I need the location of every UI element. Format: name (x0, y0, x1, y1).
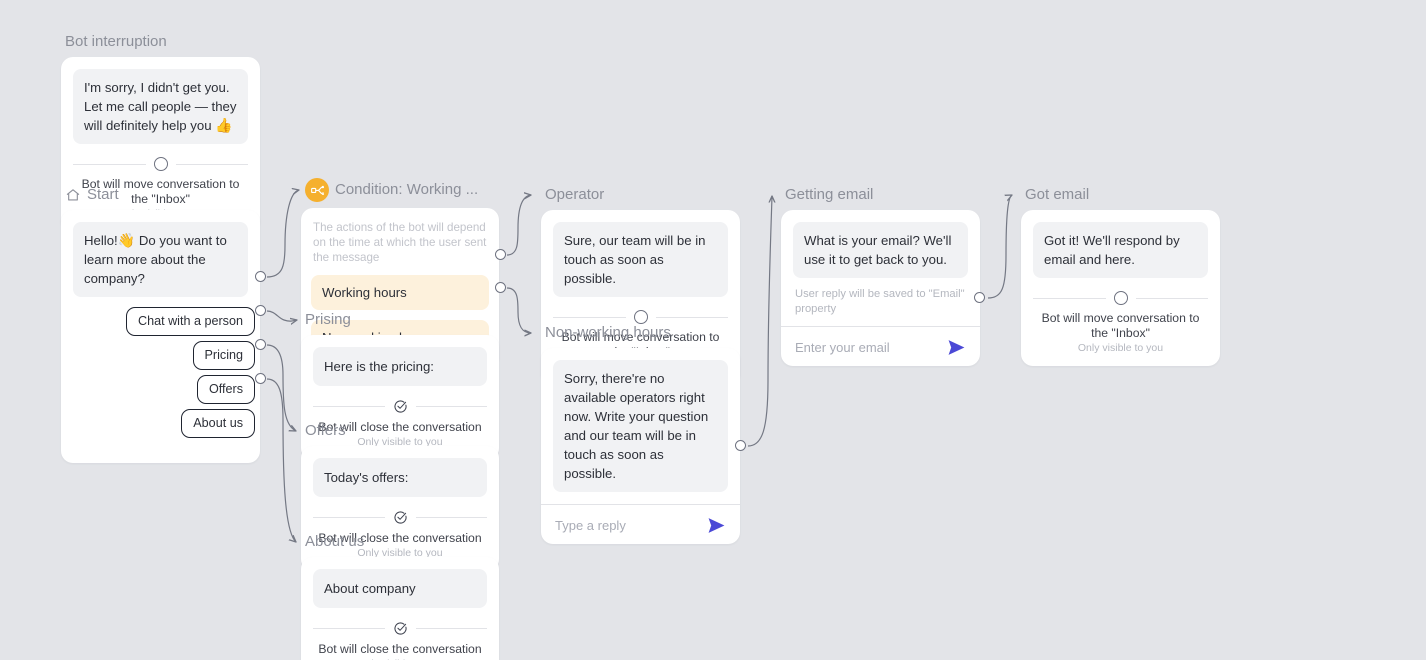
node-title-condition: Condition: Working ... (305, 178, 499, 202)
divider-line-left (313, 406, 385, 407)
circle-icon (1113, 291, 1128, 305)
node-title-offers: Offers (305, 422, 499, 440)
reply-input-placeholder[interactable]: Type a reply (555, 518, 626, 533)
input-divider (781, 326, 980, 327)
port-start-offers[interactable] (255, 339, 266, 350)
divider-line-right (175, 163, 248, 165)
node-title-label: Got email (1025, 186, 1090, 203)
send-icon[interactable] (947, 339, 966, 356)
send-icon[interactable] (707, 517, 726, 534)
message-bubble: About company (313, 569, 487, 608)
message-bubble: I'm sorry, I didn't get you. Let me call… (73, 69, 248, 144)
branch-icon (305, 178, 329, 202)
divider-line-right (1135, 297, 1208, 299)
port-condition-non-working-hours[interactable] (495, 282, 506, 293)
node-title-non-working-hours: Non-working hours (545, 324, 740, 342)
port-start-chat-with-a-person[interactable] (255, 271, 266, 282)
node-title-label: Offers (305, 422, 346, 439)
check-circle-icon (393, 399, 408, 414)
message-text: I'm sorry, I didn't get you. Let me call… (84, 80, 237, 133)
node-title-label: Bot interruption (65, 33, 167, 50)
port-getting-email-output[interactable] (974, 292, 985, 303)
action-divider (313, 621, 487, 636)
message-bubble: What is your email? We'll use it to get … (793, 222, 968, 278)
condition-description: The actions of the bot will depend on th… (313, 221, 487, 264)
thumbs-up-icon: 👍 (215, 117, 233, 133)
email-input-placeholder[interactable]: Enter your email (795, 340, 890, 355)
card-non-working-hours[interactable]: Sorry, there're no available operators r… (541, 348, 740, 544)
divider-line-right (655, 316, 728, 318)
message-bubble: Hello!👋 Do you want to learn more about … (73, 222, 248, 297)
home-icon (65, 187, 81, 203)
action-label: Bot will move conversation to the "Inbox… (1041, 311, 1200, 340)
divider-line-right (415, 628, 487, 629)
action-divider (73, 157, 248, 171)
action-label: Bot will close the conversation (318, 642, 482, 656)
email-input-row[interactable]: Enter your email (793, 337, 968, 356)
reply-input-row[interactable]: Type a reply (553, 515, 728, 534)
node-start[interactable]: Start Hello!👋 Do you want to learn more … (61, 186, 260, 463)
message-bubble: Here is the pricing: (313, 347, 487, 386)
message-bubble: Today's offers: (313, 458, 487, 497)
port-condition-working-hours[interactable] (495, 249, 506, 260)
message-bubble: Sorry, there're no available operators r… (553, 360, 728, 492)
node-title-got-email: Got email (1025, 186, 1220, 204)
property-note: User reply will be saved to "Email" prop… (795, 288, 965, 315)
divider-line-left (313, 517, 385, 518)
visibility-label: Only visible to you (1077, 342, 1164, 354)
divider-line-left (1033, 297, 1106, 299)
message-text: Hello! (84, 233, 118, 248)
divider-line-left (553, 316, 626, 318)
card-getting-email[interactable]: What is your email? We'll use it to get … (781, 210, 980, 366)
action-divider (1033, 291, 1208, 305)
input-divider (541, 504, 740, 505)
action-divider (553, 310, 728, 324)
circle-icon (633, 310, 648, 324)
node-title-label: Getting email (785, 186, 874, 203)
node-title-label: Operator (545, 186, 605, 203)
node-got-email[interactable]: Got email Got it! We'll respond by email… (1021, 186, 1220, 366)
node-title-bot-interruption: Bot interruption (65, 33, 260, 51)
node-non-working-hours[interactable]: Non-working hours Sorry, there're no ava… (541, 324, 740, 544)
flow-canvas[interactable]: Bot interruption I'm sorry, I didn't get… (0, 0, 1426, 660)
port-non-working-hours-output[interactable] (735, 440, 746, 451)
reply-button-chat-with-a-person[interactable]: Chat with a person (125, 307, 255, 336)
card-about-us[interactable]: About company Bot will close the convers… (301, 557, 499, 660)
condition-option-working-hours[interactable]: Working hours (311, 275, 489, 310)
message-bubble: Sure, our team will be in touch as soon … (553, 222, 728, 297)
node-about-us[interactable]: About us About company Bot will close th… (301, 533, 499, 660)
node-title-label: Start (87, 186, 119, 203)
node-title-about-us: About us (305, 533, 499, 551)
card-got-email[interactable]: Got it! We'll respond by email and here.… (1021, 210, 1220, 366)
port-start-about-us[interactable] (255, 373, 266, 384)
node-title-label: About us (305, 533, 365, 550)
divider-line-left (313, 628, 385, 629)
reply-button-offers[interactable]: Offers (196, 375, 255, 404)
card-start[interactable]: Hello!👋 Do you want to learn more about … (61, 210, 260, 463)
divider-line-right (415, 406, 487, 407)
waving-hand-icon: 👋 (117, 232, 136, 248)
node-title-operator: Operator (545, 186, 740, 204)
check-circle-icon (393, 510, 408, 525)
node-title-getting-email: Getting email (785, 186, 980, 204)
reply-button-pricing[interactable]: Pricing (192, 341, 255, 370)
node-title-start: Start (65, 186, 260, 204)
message-bubble: Got it! We'll respond by email and here. (1033, 222, 1208, 278)
reply-button-about-us[interactable]: About us (181, 409, 255, 438)
node-title-label: Condition: Working ... (335, 181, 479, 198)
divider-line-left (73, 163, 146, 165)
node-title-prising: Prising (305, 311, 499, 329)
node-getting-email[interactable]: Getting email What is your email? We'll … (781, 186, 980, 366)
action-divider (313, 510, 487, 525)
divider-line-right (415, 517, 487, 518)
node-title-label: Non-working hours (545, 324, 671, 341)
node-title-label: Prising (305, 311, 351, 328)
check-circle-icon (393, 621, 408, 636)
port-start-pricing[interactable] (255, 305, 266, 316)
action-divider (313, 399, 487, 414)
circle-icon (153, 157, 168, 171)
